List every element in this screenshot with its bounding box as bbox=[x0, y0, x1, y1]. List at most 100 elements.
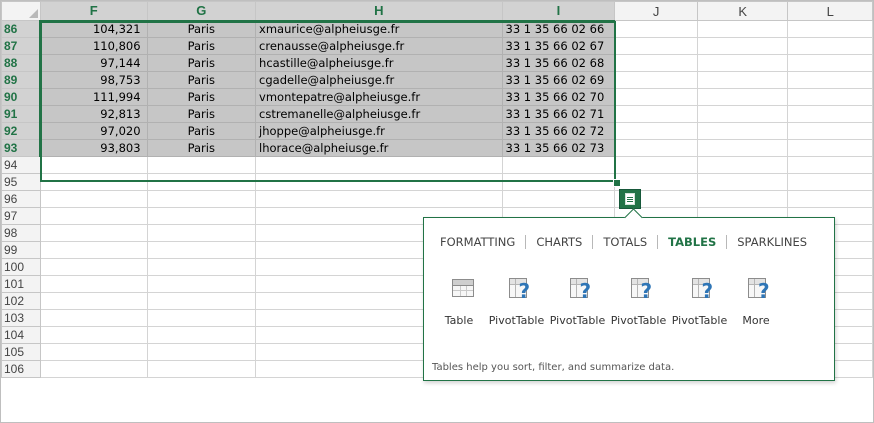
cell-salary[interactable]: 92,813 bbox=[39, 105, 148, 123]
empty-cell[interactable] bbox=[39, 309, 148, 327]
column-header-g[interactable]: G bbox=[146, 1, 257, 22]
empty-cell[interactable] bbox=[787, 105, 873, 123]
empty-cell[interactable] bbox=[39, 275, 148, 293]
empty-cell[interactable] bbox=[614, 122, 698, 140]
empty-cell[interactable] bbox=[501, 173, 616, 191]
empty-cell[interactable] bbox=[787, 71, 873, 89]
empty-cell[interactable] bbox=[787, 122, 873, 140]
empty-cell[interactable] bbox=[146, 309, 257, 327]
empty-cell[interactable] bbox=[696, 156, 789, 174]
row-header[interactable]: 100 bbox=[1, 258, 41, 276]
cell-email[interactable]: hcastille@alpheiusge.fr bbox=[255, 54, 503, 72]
empty-cell[interactable] bbox=[614, 20, 698, 38]
empty-cell[interactable] bbox=[787, 88, 873, 106]
cell-email[interactable]: jhoppe@alpheiusge.fr bbox=[255, 122, 503, 140]
empty-cell[interactable] bbox=[696, 54, 789, 72]
cell-email[interactable]: crenausse@alpheiusge.fr bbox=[255, 37, 503, 55]
empty-cell[interactable] bbox=[614, 37, 698, 55]
row-header[interactable]: 90 bbox=[1, 88, 42, 106]
pivottable-option[interactable]: ? PivotTable bbox=[669, 276, 730, 327]
fill-handle[interactable] bbox=[613, 179, 621, 187]
tab-totals[interactable]: TOTALS bbox=[593, 235, 657, 249]
tab-tables[interactable]: TABLES bbox=[658, 235, 726, 249]
empty-cell[interactable] bbox=[146, 207, 257, 225]
empty-cell[interactable] bbox=[146, 343, 257, 361]
empty-cell[interactable] bbox=[146, 292, 257, 310]
cell-phone[interactable]: 33 1 35 66 02 69 bbox=[501, 71, 616, 89]
empty-cell[interactable] bbox=[787, 37, 873, 55]
empty-cell[interactable] bbox=[39, 190, 148, 208]
empty-cell[interactable] bbox=[787, 190, 873, 208]
column-header-l[interactable]: L bbox=[787, 1, 873, 21]
empty-cell[interactable] bbox=[696, 190, 789, 208]
empty-cell[interactable] bbox=[146, 224, 257, 242]
row-header[interactable]: 105 bbox=[1, 343, 41, 361]
cell-phone[interactable]: 33 1 35 66 02 72 bbox=[501, 122, 616, 140]
cell-phone[interactable]: 33 1 35 66 02 67 bbox=[501, 37, 616, 55]
row-header[interactable]: 93 bbox=[1, 139, 42, 157]
empty-cell[interactable] bbox=[39, 207, 148, 225]
row-header[interactable]: 92 bbox=[1, 122, 42, 140]
row-header[interactable]: 102 bbox=[1, 292, 41, 310]
cell-email[interactable]: vmontepatre@alpheiusge.fr bbox=[255, 88, 503, 106]
empty-cell[interactable] bbox=[696, 122, 789, 140]
row-header[interactable]: 94 bbox=[1, 156, 41, 174]
empty-cell[interactable] bbox=[696, 71, 789, 89]
empty-cell[interactable] bbox=[787, 139, 873, 157]
cell-email[interactable]: lhorace@alpheiusge.fr bbox=[255, 139, 503, 157]
cell-salary[interactable]: 111,994 bbox=[39, 88, 148, 106]
empty-cell[interactable] bbox=[696, 20, 789, 38]
cell-salary[interactable]: 98,753 bbox=[39, 71, 148, 89]
tab-formatting[interactable]: FORMATTING bbox=[440, 235, 525, 249]
row-header[interactable]: 98 bbox=[1, 224, 41, 242]
cell-phone[interactable]: 33 1 35 66 02 73 bbox=[501, 139, 616, 157]
column-header-j[interactable]: J bbox=[614, 1, 698, 21]
empty-cell[interactable] bbox=[39, 224, 148, 242]
row-header[interactable]: 101 bbox=[1, 275, 41, 293]
pivottable-option[interactable]: ? PivotTable bbox=[608, 276, 669, 327]
cell-salary[interactable]: 97,020 bbox=[39, 122, 148, 140]
pivottable-option[interactable]: ? PivotTable bbox=[486, 276, 547, 327]
empty-cell[interactable] bbox=[696, 88, 789, 106]
cell-city[interactable]: Paris bbox=[146, 54, 257, 72]
column-header-h[interactable]: H bbox=[255, 1, 503, 22]
empty-cell[interactable] bbox=[696, 37, 789, 55]
empty-cell[interactable] bbox=[787, 54, 873, 72]
row-header[interactable]: 99 bbox=[1, 241, 41, 259]
empty-cell[interactable] bbox=[39, 343, 148, 361]
cell-city[interactable]: Paris bbox=[146, 71, 257, 89]
cell-email[interactable]: cgadelle@alpheiusge.fr bbox=[255, 71, 503, 89]
empty-cell[interactable] bbox=[696, 139, 789, 157]
cell-salary[interactable]: 93,803 bbox=[39, 139, 148, 157]
tab-charts[interactable]: CHARTS bbox=[526, 235, 592, 249]
empty-cell[interactable] bbox=[787, 173, 873, 191]
empty-cell[interactable] bbox=[501, 190, 616, 208]
cell-phone[interactable]: 33 1 35 66 02 66 bbox=[501, 20, 616, 38]
empty-cell[interactable] bbox=[146, 173, 257, 191]
empty-cell[interactable] bbox=[39, 258, 148, 276]
cell-city[interactable]: Paris bbox=[146, 139, 257, 157]
empty-cell[interactable] bbox=[39, 326, 148, 344]
empty-cell[interactable] bbox=[146, 258, 257, 276]
cell-city[interactable]: Paris bbox=[146, 105, 257, 123]
column-header-f[interactable]: F bbox=[39, 1, 148, 22]
empty-cell[interactable] bbox=[696, 105, 789, 123]
empty-cell[interactable] bbox=[146, 156, 257, 174]
empty-cell[interactable] bbox=[614, 156, 698, 174]
empty-cell[interactable] bbox=[39, 173, 148, 191]
empty-cell[interactable] bbox=[614, 173, 698, 191]
empty-cell[interactable] bbox=[255, 156, 503, 174]
table-option[interactable]: Table bbox=[432, 276, 486, 327]
tab-sparklines[interactable]: SPARKLINES bbox=[727, 235, 817, 249]
empty-cell[interactable] bbox=[696, 173, 789, 191]
row-header[interactable]: 88 bbox=[1, 54, 42, 72]
cell-city[interactable]: Paris bbox=[146, 20, 257, 38]
row-header[interactable]: 104 bbox=[1, 326, 41, 344]
empty-cell[interactable] bbox=[255, 190, 503, 208]
empty-cell[interactable] bbox=[39, 156, 148, 174]
empty-cell[interactable] bbox=[39, 292, 148, 310]
empty-cell[interactable] bbox=[146, 190, 257, 208]
row-header[interactable]: 87 bbox=[1, 37, 42, 55]
empty-cell[interactable] bbox=[614, 105, 698, 123]
row-header[interactable]: 106 bbox=[1, 360, 41, 378]
